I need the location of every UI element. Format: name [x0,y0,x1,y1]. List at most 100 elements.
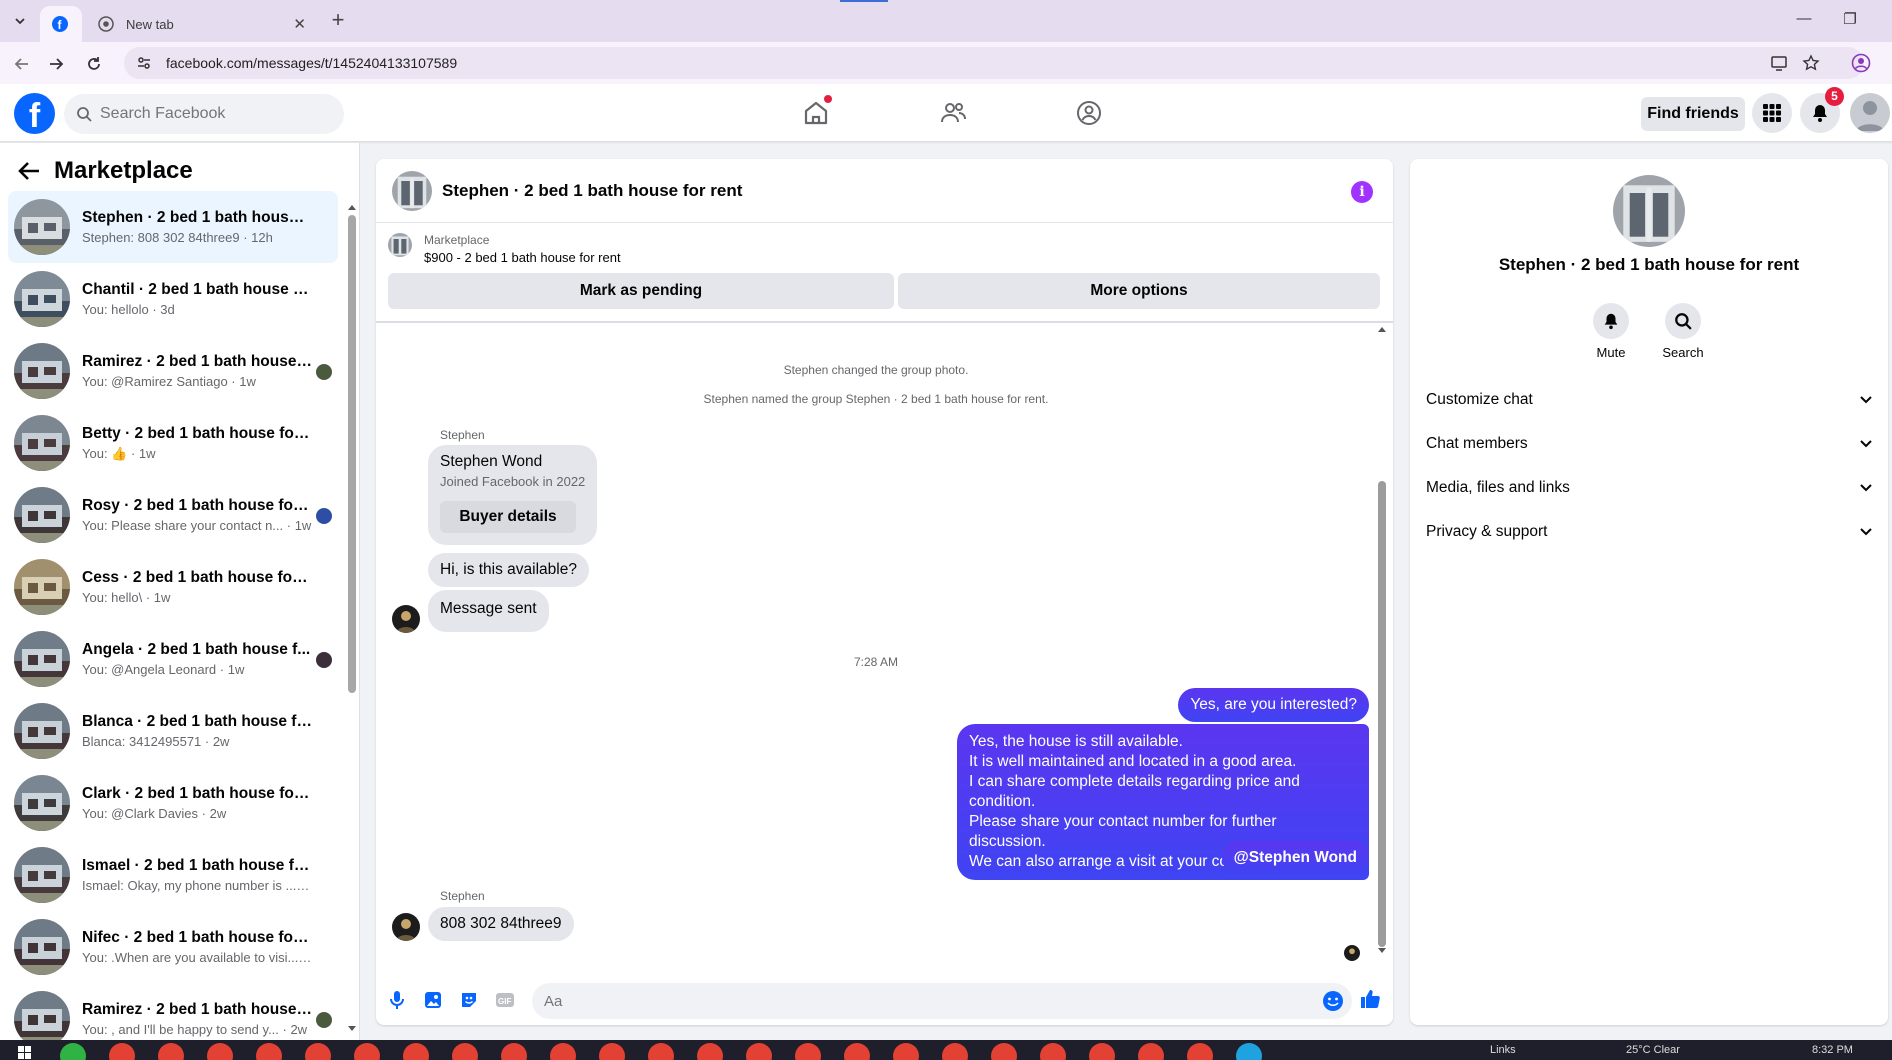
notifications-button[interactable]: 5 [1800,87,1844,133]
nav-groups[interactable] [1033,92,1145,134]
marketplace-listing[interactable]: Marketplace $900 - 2 bed 1 bath house fo… [388,233,1378,265]
forward-icon[interactable] [44,52,68,76]
incoming-message[interactable]: 808 302 84three9 [428,907,574,941]
sender-avatar[interactable] [392,605,420,633]
customize-chat-section[interactable]: Customize chat [1426,381,1878,419]
minimize-icon[interactable]: — [1792,10,1816,30]
facebook-search[interactable] [64,94,344,134]
sidebar-scrollbar[interactable] [346,203,356,1033]
conversation-item[interactable]: Rosy · 2 bed 1 bath house for ... You: Pl… [8,479,338,551]
nav-friends[interactable] [897,92,1009,134]
find-friends-button[interactable]: Find friends [1641,97,1745,131]
tab-facebook[interactable]: f [40,6,82,42]
outgoing-mention-message[interactable]: @Stephen Wond [1221,841,1369,875]
close-tab-icon[interactable]: ✕ [293,15,306,33]
account-avatar[interactable] [1850,93,1890,133]
chrome-icon[interactable] [1040,1043,1066,1060]
conversation-item[interactable]: Ramirez · 2 bed 1 bath house f... You: , … [8,983,338,1040]
chrome-icon[interactable] [746,1043,772,1060]
chrome-icon[interactable] [844,1043,870,1060]
chrome-icon[interactable] [452,1043,478,1060]
scrollbar-thumb[interactable] [348,215,356,693]
chat-members-section[interactable]: Chat members [1426,425,1878,463]
chrome-icon[interactable] [893,1043,919,1060]
facebook-logo-icon[interactable]: f [14,93,55,134]
gif-icon[interactable]: GIF [494,989,516,1011]
chrome-icon[interactable] [256,1043,282,1060]
photo-icon[interactable] [422,989,444,1011]
sticker-icon[interactable] [458,989,480,1011]
tab-search-chevron-icon[interactable] [8,9,32,33]
chat-header-avatar[interactable] [392,170,432,211]
scrollbar-thumb[interactable] [1378,481,1386,947]
conversation-item[interactable]: Betty · 2 bed 1 bath house for rent You: … [8,407,338,479]
restore-icon[interactable]: ❐ [1838,10,1862,30]
tab-new-tab[interactable]: New tab ✕ [86,6,318,42]
buyer-details-button[interactable]: Buyer details [440,501,576,533]
conversation-item[interactable]: Clark · 2 bed 1 bath house for rent You: … [8,767,338,839]
chrome-icon[interactable] [991,1043,1017,1060]
bookmark-star-icon[interactable] [1800,52,1822,74]
chrome-icon[interactable] [599,1043,625,1060]
conversation-item[interactable]: Stephen · 2 bed 1 bath house for... Steph… [8,191,338,263]
thumbs-up-icon[interactable] [1358,987,1382,1011]
conversation-item[interactable]: Ismael · 2 bed 1 bath house for r... Isma… [8,839,338,911]
conversation-item[interactable]: Blanca · 2 bed 1 bath house for r... Blan… [8,695,338,767]
windows-start-icon[interactable] [18,1046,32,1060]
conversation-item[interactable]: Ramirez · 2 bed 1 bath house f... You: @R… [8,335,338,407]
chrome-icon[interactable] [795,1043,821,1060]
chrome-icon[interactable] [1138,1043,1164,1060]
chrome-icon[interactable] [942,1043,968,1060]
chrome-icon[interactable] [109,1043,135,1060]
edge-icon[interactable] [1236,1043,1262,1060]
info-icon[interactable]: i [1351,181,1373,203]
conversation-item[interactable]: Cess · 2 bed 1 bath house for rent You: h… [8,551,338,623]
install-app-icon[interactable] [1768,52,1790,74]
back-icon[interactable] [10,52,34,76]
chrome-icon[interactable] [207,1043,233,1060]
whatsapp-icon[interactable] [60,1043,86,1060]
more-options-button[interactable]: More options [898,273,1380,309]
chrome-icon[interactable] [550,1043,576,1060]
reload-icon[interactable] [82,52,106,76]
profile-icon[interactable] [1850,52,1872,74]
search-in-chat-button[interactable]: Search [1653,303,1713,360]
conversation-item[interactable]: Angela · 2 bed 1 bath house f... You: @An… [8,623,338,695]
weather-text[interactable]: 25°C Clear [1626,1044,1680,1056]
microphone-icon[interactable] [386,989,408,1011]
chrome-icon[interactable] [1089,1043,1115,1060]
clock-text[interactable]: 8:32 PM [1812,1044,1853,1056]
message-input-wrapper[interactable] [532,983,1352,1019]
message-input[interactable] [544,992,1304,1010]
chrome-icon[interactable] [354,1043,380,1060]
incoming-message[interactable]: Message sent [428,590,549,632]
chrome-icon[interactable] [648,1043,674,1060]
chrome-icon[interactable] [501,1043,527,1060]
chat-title[interactable]: Stephen · 2 bed 1 bath house for rent [442,181,742,201]
incoming-message[interactable]: Hi, is this available? [428,553,589,587]
search-input[interactable] [100,105,320,123]
chat-scrollbar[interactable] [1376,325,1388,955]
nav-home[interactable] [760,92,872,134]
chrome-icon[interactable] [697,1043,723,1060]
outgoing-message[interactable]: Yes, are you interested? [1178,688,1369,722]
chrome-icon[interactable] [403,1043,429,1060]
emoji-icon[interactable] [1322,990,1344,1012]
sender-avatar[interactable] [392,913,420,941]
group-avatar[interactable] [1613,175,1685,247]
taskbar-links[interactable]: Links [1490,1044,1516,1056]
new-tab-button[interactable]: + [326,9,350,33]
media-files-links-section[interactable]: Media, files and links [1426,469,1878,507]
menu-button[interactable] [1752,93,1792,133]
conversation-item[interactable]: Nifec · 2 bed 1 bath house for rent You: … [8,911,338,983]
omnibox[interactable]: facebook.com/messages/t/1452404133107589 [124,47,1864,79]
back-arrow-icon[interactable] [18,161,40,181]
chrome-icon[interactable] [1187,1043,1213,1060]
site-settings-icon[interactable] [136,55,152,71]
chrome-icon[interactable] [305,1043,331,1060]
privacy-support-section[interactable]: Privacy & support [1426,513,1878,551]
conversation-item[interactable]: Chantil · 2 bed 1 bath house for ... You:… [8,263,338,335]
chrome-icon[interactable] [158,1043,184,1060]
mute-button[interactable]: Mute [1581,303,1641,360]
mark-as-pending-button[interactable]: Mark as pending [388,273,894,309]
